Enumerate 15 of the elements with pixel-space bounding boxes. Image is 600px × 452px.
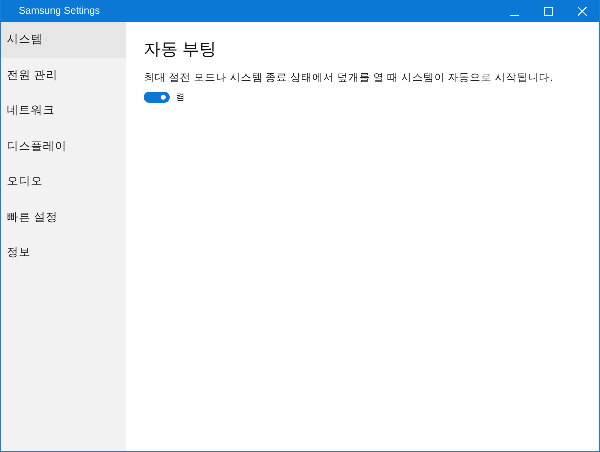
sidebar-item[interactable]: 정보 (1, 235, 126, 270)
description: 최대 절전 모드나 시스템 종료 상태에서 덮개를 열 때 시스템이 자동으로 시작됩니다. (144, 71, 554, 85)
sidebar-item[interactable]: 네트워크 (1, 93, 126, 128)
minimize-icon (510, 14, 518, 16)
toggle-switch[interactable] (144, 92, 170, 103)
toggle-label: 켬 (176, 91, 185, 104)
window-title: Samsung Settings (18, 6, 102, 16)
sidebar-item[interactable]: 빠른 설정 (1, 200, 126, 235)
page-title: 자동 부팅 (144, 39, 218, 61)
sidebar-item[interactable]: 디스플레이 (1, 128, 126, 164)
maximize-icon (544, 6, 552, 16)
sidebar-item[interactable]: 전원 관리 (1, 58, 126, 93)
sidebar-item[interactable]: 시스템 (1, 22, 126, 58)
sidebar-item[interactable]: 오디오 (1, 164, 126, 200)
close-icon (578, 6, 586, 16)
